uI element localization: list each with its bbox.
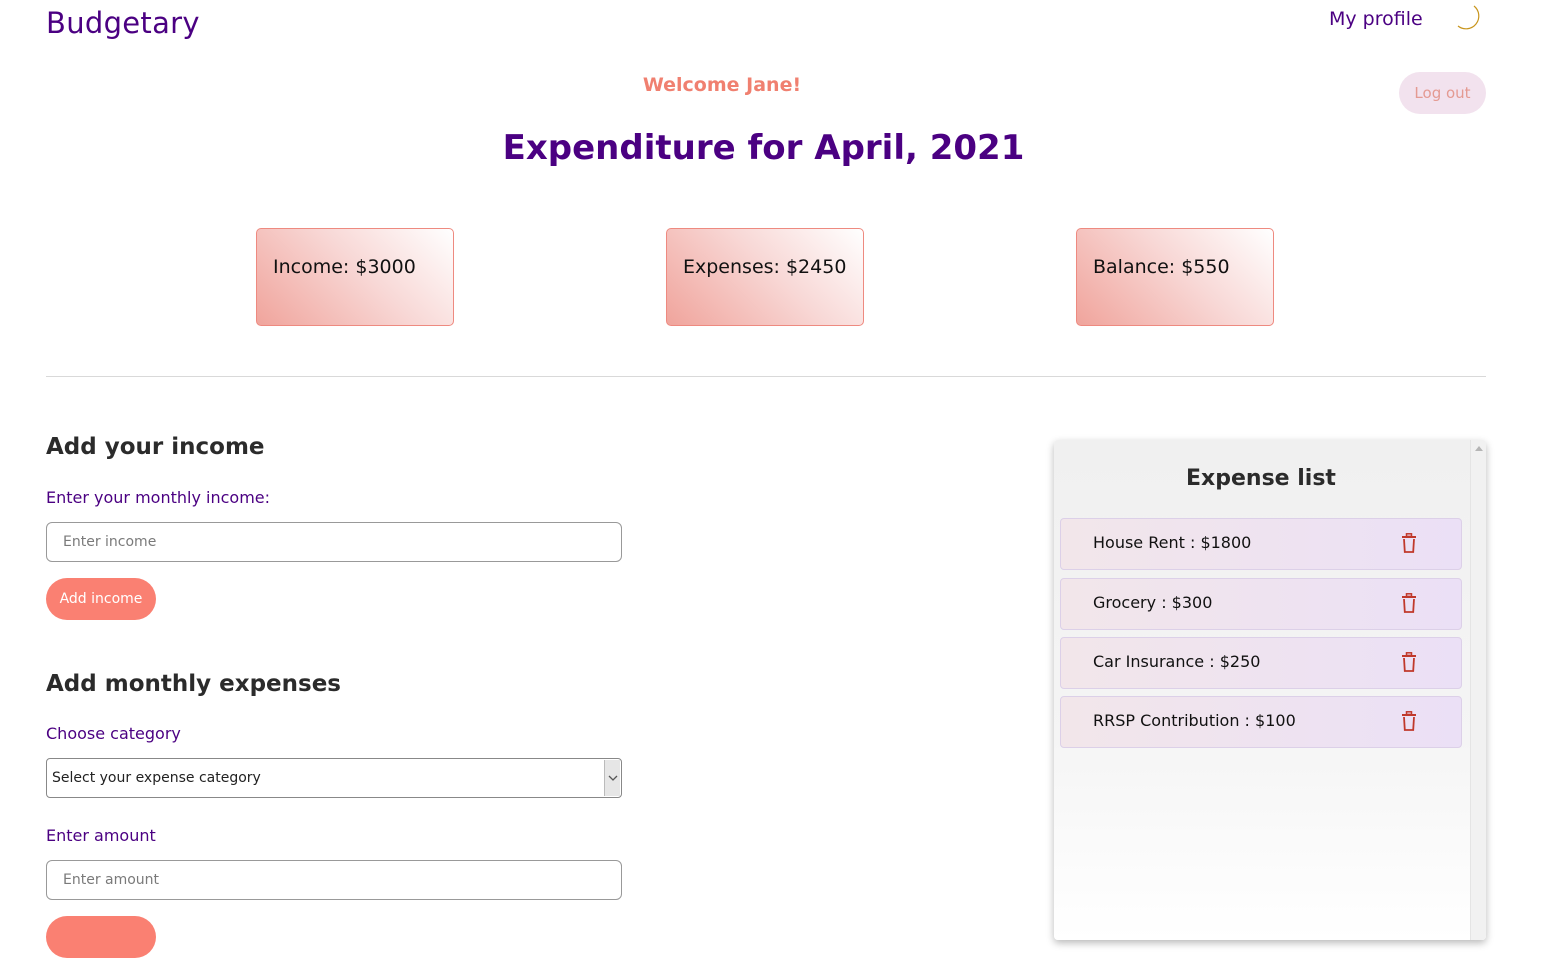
income-field-label: Enter your monthly income:: [46, 488, 271, 507]
balance-summary: Balance: $550: [1093, 256, 1230, 278]
my-profile-link[interactable]: My profile: [1329, 8, 1423, 30]
category-selected-value: Select your expense category: [52, 770, 261, 786]
category-field-label: Choose category: [46, 724, 181, 743]
page-title: Expenditure for April, 2021: [502, 128, 1025, 168]
expense-item-label: Grocery : $300: [1093, 593, 1213, 612]
expense-list-title: Expense list: [1186, 466, 1336, 491]
moon-icon[interactable]: [1452, 2, 1486, 36]
expense-list-item: RRSP Contribution : $100: [1060, 696, 1462, 748]
trash-icon[interactable]: [1401, 533, 1417, 553]
expenses-summary: Expenses: $2450: [683, 256, 847, 278]
scroll-up-arrow-icon[interactable]: [1475, 446, 1483, 451]
add-income-button[interactable]: Add income: [46, 578, 156, 620]
add-expense-button[interactable]: [46, 916, 156, 958]
income-section-title: Add your income: [46, 434, 265, 460]
income-summary: Income: $3000: [273, 256, 416, 278]
chevron-down-icon[interactable]: [604, 760, 620, 796]
expense-list-panel: Expense list House Rent : $1800 Grocery …: [1054, 440, 1486, 940]
expense-item-label: RRSP Contribution : $100: [1093, 711, 1296, 730]
expense-list-item: House Rent : $1800: [1060, 518, 1462, 570]
category-select[interactable]: Select your expense category: [46, 758, 622, 798]
welcome-message: Welcome Jane!: [642, 74, 802, 96]
expense-list-item: Car Insurance : $250: [1060, 637, 1462, 689]
expense-item-label: House Rent : $1800: [1093, 533, 1252, 552]
trash-icon[interactable]: [1401, 652, 1417, 672]
amount-field-label: Enter amount: [46, 826, 156, 845]
app-logo[interactable]: Budgetary: [46, 6, 200, 40]
income-card: Income: $3000: [256, 228, 454, 326]
amount-input[interactable]: [46, 860, 622, 900]
logout-button[interactable]: Log out: [1399, 72, 1486, 114]
trash-icon[interactable]: [1401, 711, 1417, 731]
expense-list-item: Grocery : $300: [1060, 578, 1462, 630]
income-input[interactable]: [46, 522, 622, 562]
expense-item-label: Car Insurance : $250: [1093, 652, 1261, 671]
expense-list-scrollbar[interactable]: [1470, 440, 1486, 940]
divider: [46, 376, 1486, 377]
expenses-card: Expenses: $2450: [666, 228, 864, 326]
expense-section-title: Add monthly expenses: [46, 671, 341, 697]
trash-icon[interactable]: [1401, 593, 1417, 613]
balance-card: Balance: $550: [1076, 228, 1274, 326]
